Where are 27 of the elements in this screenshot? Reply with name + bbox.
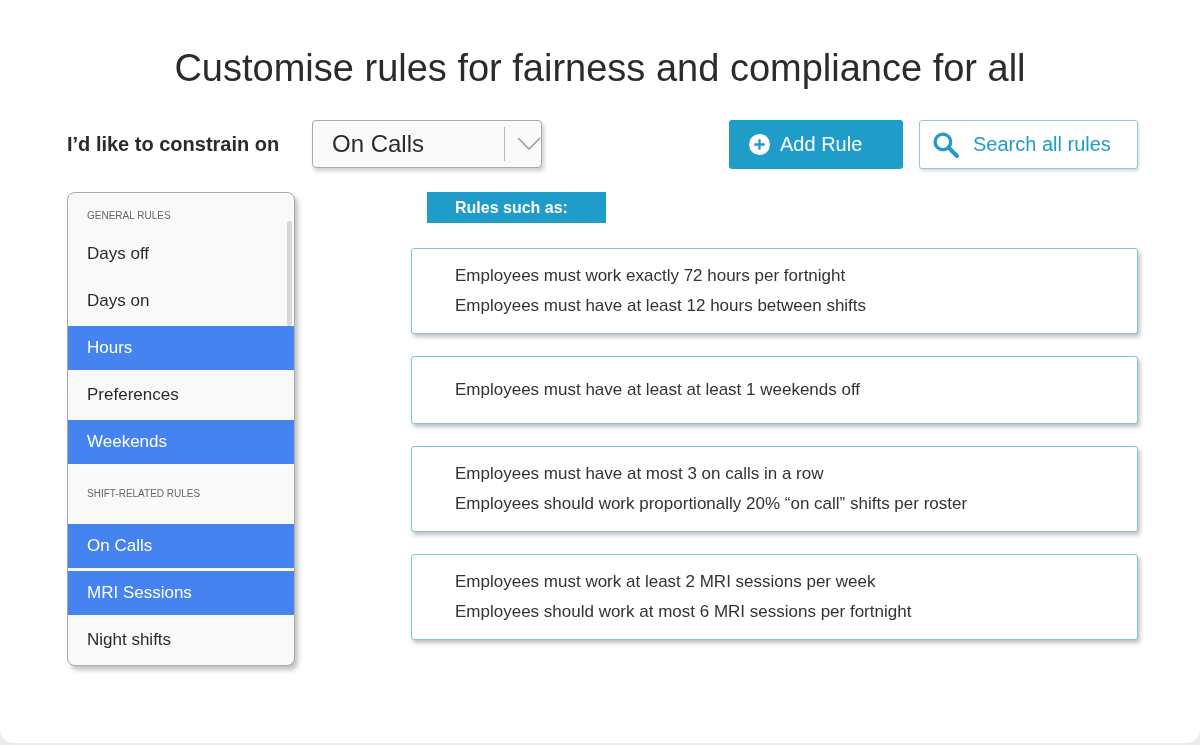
- rule-example-text: Employees must have at least at least 1 weekends off: [455, 379, 862, 401]
- rule-category-item[interactable]: Days on: [68, 279, 294, 323]
- rule-example-text: Employees should work proportionally 20% “on call” shifts per roster: [455, 493, 969, 515]
- rule-example-text: Employees must work exactly 72 hours per fortnight: [455, 265, 847, 287]
- rule-category-item[interactable]: On Calls: [68, 524, 294, 568]
- page-title: Customise rules for fairness and compliance for all: [173, 46, 1027, 91]
- search-icon: [932, 130, 959, 158]
- rule-example-text: Employees must have at most 3 on calls in a row: [455, 463, 825, 485]
- section-heading: GENERAL RULES: [86, 209, 172, 223]
- rule-example-text: Employees must work at least 2 MRI sessions per week: [455, 571, 877, 593]
- rule-category-item[interactable]: Night shifts: [68, 618, 294, 662]
- search-rules-button[interactable]: Search all rules: [919, 119, 1138, 169]
- plus-circle-icon: [749, 133, 770, 155]
- section-heading: SHIFT-RELATED RULES: [86, 487, 202, 501]
- rule-category-item[interactable]: MRI Sessions: [68, 571, 294, 615]
- rule-example-text: Employees must have at least 12 hours between shifts: [455, 295, 868, 317]
- scrollbar[interactable]: [287, 221, 292, 326]
- rule-category-item[interactable]: Days off: [68, 232, 294, 276]
- rule-category-item[interactable]: Weekends: [68, 420, 294, 464]
- constraint-dropdown[interactable]: On Calls: [312, 120, 542, 168]
- rule-category-item[interactable]: Preferences: [68, 373, 294, 417]
- rule-category-item[interactable]: Hours: [68, 326, 294, 370]
- constraint-label: I’d like to constrain on: [67, 132, 281, 156]
- add-rule-button[interactable]: Add Rule: [729, 119, 903, 169]
- chevron-down-icon: [517, 137, 541, 151]
- rule-example-text: Employees should work at most 6 MRI sessions per fortnight: [455, 601, 913, 623]
- examples-heading: Rules such as:: [427, 192, 606, 223]
